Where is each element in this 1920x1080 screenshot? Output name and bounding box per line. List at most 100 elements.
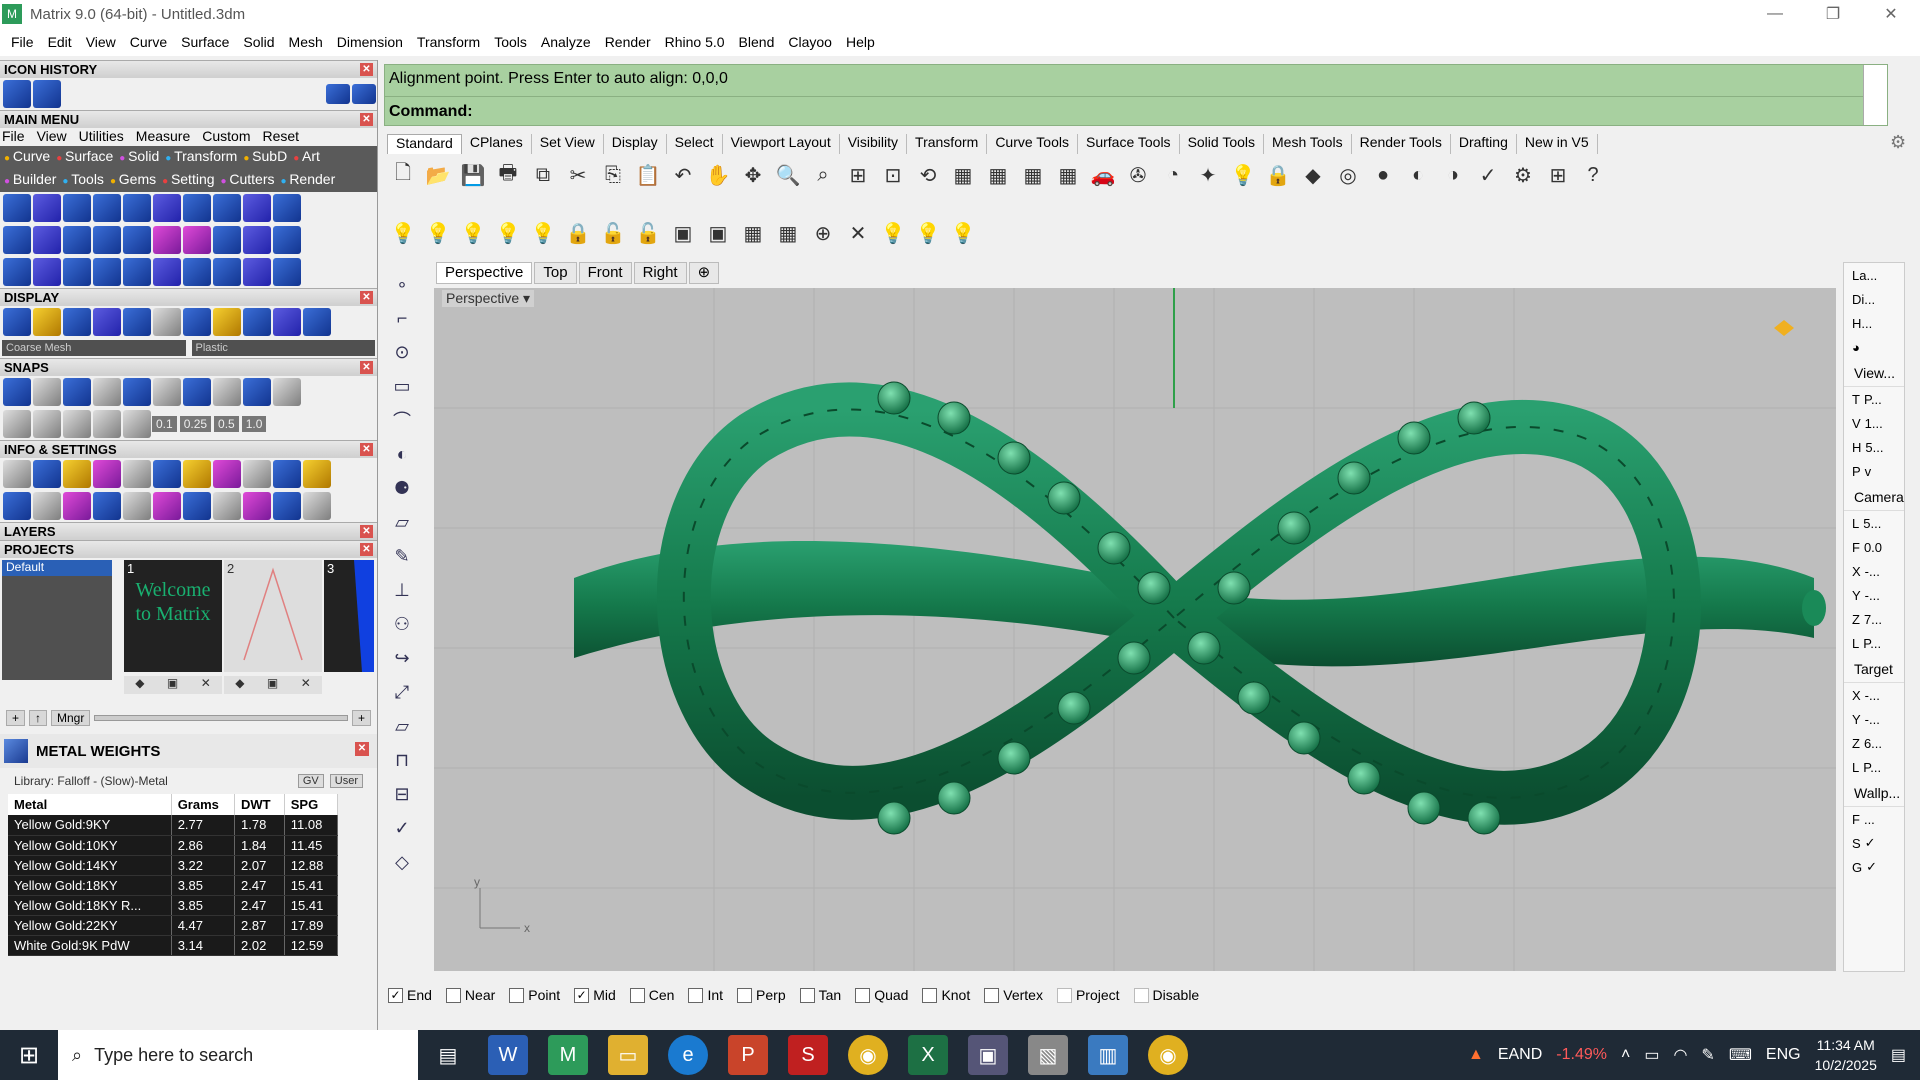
property-row[interactable]: F... — [1844, 807, 1904, 831]
tool-icon[interactable]: ⊥ — [388, 576, 416, 604]
viewport-tab-front[interactable]: Front — [578, 262, 632, 284]
property-value[interactable]: -... — [1865, 712, 1880, 727]
app-icon[interactable]: ▣ — [968, 1035, 1008, 1075]
property-row[interactable]: Z 7... — [1844, 607, 1904, 631]
smarttrack-icon[interactable] — [93, 410, 121, 438]
checkbox[interactable] — [629, 987, 645, 1003]
light-icon[interactable]: 💡 — [493, 218, 523, 248]
checkbox[interactable] — [855, 987, 871, 1003]
taskbar-search[interactable]: ⌕ Type here to search — [58, 1030, 418, 1080]
snap-cen[interactable]: Cen — [629, 987, 674, 1003]
toolbar-icon[interactable]: 🖶 — [493, 160, 523, 190]
tool-icon[interactable] — [63, 194, 91, 222]
close-button[interactable]: ✕ — [1862, 0, 1920, 28]
arrow-right-icon[interactable] — [352, 84, 376, 104]
wifi-icon[interactable]: ◠ — [1673, 1045, 1687, 1065]
table-row[interactable]: Yellow Gold:14KY 3.22 2.07 12.88 — [8, 855, 339, 876]
edge-icon[interactable]: e — [668, 1035, 708, 1075]
add-viewport-icon[interactable]: ⊕ — [688, 262, 720, 284]
property-row[interactable]: L P... — [1844, 755, 1904, 779]
property-row[interactable]: T P... — [1844, 387, 1904, 411]
property-value[interactable]: v — [1865, 464, 1872, 479]
property-value[interactable]: 0.0 — [1864, 540, 1882, 555]
snap-vertex[interactable]: Vertex — [984, 987, 1043, 1003]
property-value[interactable]: 7... — [1864, 612, 1882, 627]
main-menu-reset[interactable]: Reset — [262, 128, 299, 146]
tool-icon[interactable] — [33, 226, 61, 254]
tool-icon[interactable] — [273, 308, 301, 336]
toolbar-icon[interactable]: ⊞ — [843, 160, 873, 190]
tool-icon[interactable]: ⚈ — [388, 474, 416, 502]
tool-icon[interactable] — [213, 378, 241, 406]
toolbar-icon[interactable]: 💡 — [1228, 160, 1258, 190]
menu-solid[interactable]: Solid — [243, 34, 274, 50]
light-icon[interactable]: ▣ — [703, 218, 733, 248]
history-tool-icon[interactable] — [3, 80, 31, 108]
property-value[interactable]: 5... — [1865, 440, 1883, 455]
property-row[interactable]: V 1... — [1844, 411, 1904, 435]
toolbar-icon[interactable]: 🔒 — [1263, 160, 1293, 190]
tool-icon[interactable] — [303, 308, 331, 336]
checkbox[interactable] — [737, 987, 753, 1003]
toolbar-icon[interactable]: ⊞ — [1543, 160, 1573, 190]
tool-icon[interactable]: ✎ — [388, 542, 416, 570]
light-icon[interactable]: 💡 — [878, 218, 908, 248]
tool-icon[interactable] — [243, 378, 271, 406]
tool-icon[interactable]: ∘ — [388, 270, 416, 298]
checkbox[interactable] — [799, 987, 815, 1003]
tool-icon[interactable] — [153, 378, 181, 406]
tool-icon[interactable] — [213, 492, 241, 520]
tool-icon[interactable]: ▱ — [388, 508, 416, 536]
toolbar-icon[interactable]: ✂ — [563, 160, 593, 190]
snap-disable[interactable]: Disable — [1133, 987, 1199, 1003]
property-row[interactable]: X -... — [1844, 559, 1904, 583]
checkbox[interactable] — [984, 987, 1000, 1003]
tool-icon[interactable] — [3, 378, 31, 406]
file-explorer-icon[interactable]: ▭ — [608, 1035, 648, 1075]
tool-icon[interactable] — [63, 308, 91, 336]
close-icon[interactable]: ✕ — [360, 361, 373, 374]
light-icon[interactable]: 💡 — [528, 218, 558, 248]
toolbar-icon[interactable]: ◆ — [1298, 160, 1328, 190]
projects-scrollbar[interactable] — [94, 715, 348, 721]
tool-icon[interactable]: ◐ — [388, 440, 416, 468]
main-menu-measure[interactable]: Measure — [136, 128, 190, 146]
solidworks-icon[interactable]: S — [788, 1035, 828, 1075]
tab-render-tools[interactable]: Render Tools — [1352, 134, 1451, 154]
property-value[interactable]: 6... — [1864, 736, 1882, 751]
tab-solid-tools[interactable]: Solid Tools — [1180, 134, 1265, 154]
viewport-label[interactable]: Perspective ▾ — [442, 290, 535, 307]
tool-icon[interactable] — [93, 492, 121, 520]
ortho-icon[interactable] — [33, 410, 61, 438]
tab-select[interactable]: Select — [667, 134, 723, 154]
display-material-select[interactable]: Plastic — [191, 340, 375, 356]
project-thumb[interactable]: 3 ◆▣ — [324, 560, 374, 672]
tool-icon[interactable] — [273, 378, 301, 406]
tool-icon[interactable] — [183, 308, 211, 336]
main-menu-utilities[interactable]: Utilities — [79, 128, 124, 146]
main-menu-view[interactable]: View — [37, 128, 67, 146]
tool-icon[interactable] — [183, 194, 211, 222]
tool-icon[interactable] — [93, 258, 121, 286]
toolbar-icon[interactable]: 🔍 — [773, 160, 803, 190]
toolbar-icon[interactable]: ▦ — [1018, 160, 1048, 190]
color-wheel-icon[interactable]: ◕ — [1844, 335, 1904, 359]
gear-icon[interactable]: ⚙ — [1890, 132, 1906, 153]
tool-icon[interactable] — [63, 378, 91, 406]
close-icon[interactable]: ✕ — [360, 291, 373, 304]
property-row[interactable]: H 5... — [1844, 435, 1904, 459]
tool-icon[interactable]: ⊟ — [388, 780, 416, 808]
toolbar-icon[interactable]: ⊡ — [878, 160, 908, 190]
property-row[interactable]: F 0.0 — [1844, 535, 1904, 559]
toolbar-icon[interactable]: ⚙ — [1508, 160, 1538, 190]
tool-icon[interactable] — [93, 460, 121, 488]
property-value[interactable]: -... — [1865, 688, 1880, 703]
tool-icon[interactable] — [273, 492, 301, 520]
keyboard-icon[interactable]: ⌨ — [1729, 1045, 1752, 1065]
tool-icon[interactable] — [93, 226, 121, 254]
tab-surface-tools[interactable]: Surface Tools — [1078, 134, 1180, 154]
light-icon[interactable]: ▦ — [738, 218, 768, 248]
checkbox[interactable]: ✓ — [574, 987, 590, 1003]
snap-point[interactable]: Point — [509, 987, 560, 1003]
snap-int[interactable]: Int — [688, 987, 723, 1003]
